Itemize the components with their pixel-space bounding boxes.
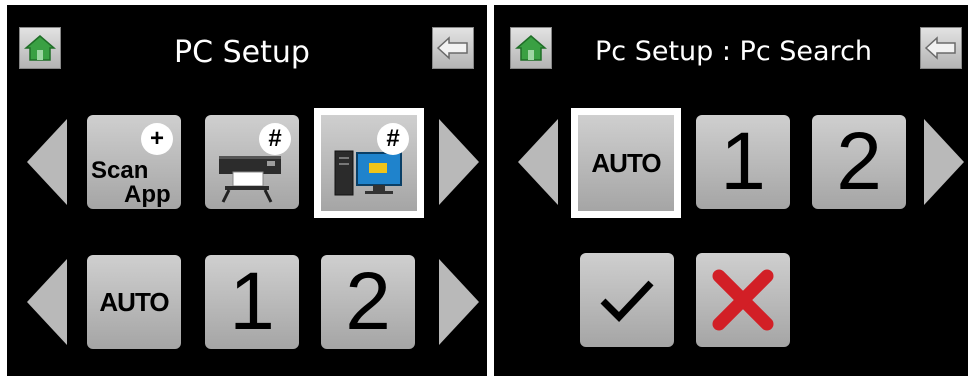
pc-setup-screen: PC Setup + Scan App # # AUTO 1 2 <box>7 5 487 376</box>
scan-app-label-line2: App <box>124 181 171 208</box>
pc-2-label: 2 <box>836 116 882 207</box>
arrow-right-icon[interactable] <box>437 257 481 347</box>
auto-label: AUTO <box>591 147 661 178</box>
arrow-right-icon[interactable] <box>922 117 966 207</box>
arrow-left-icon[interactable] <box>25 257 69 347</box>
cancel-x-icon <box>712 269 774 331</box>
printer-badge: # <box>259 123 291 155</box>
back-icon <box>924 36 956 60</box>
pc-2-tile[interactable]: 2 <box>321 255 415 349</box>
back-icon <box>436 36 468 60</box>
auto-tile[interactable]: AUTO <box>87 255 181 349</box>
pc-badge: # <box>377 123 409 155</box>
back-button[interactable] <box>920 27 962 69</box>
pc-1-tile[interactable]: 1 <box>205 255 299 349</box>
back-button[interactable] <box>432 27 474 69</box>
arrow-left-icon[interactable] <box>25 117 69 207</box>
home-icon <box>515 35 547 61</box>
pc-search-screen: Pc Setup : Pc Search AUTO 1 2 <box>494 5 968 376</box>
pc-2-label: 2 <box>345 256 391 347</box>
check-icon <box>600 280 654 323</box>
pc-2-tile[interactable]: 2 <box>812 115 906 209</box>
pc-1-tile[interactable]: 1 <box>696 115 790 209</box>
pc-tile[interactable]: # <box>314 108 424 218</box>
pc-1-label: 1 <box>720 116 766 207</box>
printer-tile[interactable]: # <box>205 115 299 209</box>
pc-1-label: 1 <box>229 256 275 347</box>
auto-label: AUTO <box>99 286 169 317</box>
scan-app-badge: + <box>141 123 173 155</box>
arrow-right-icon[interactable] <box>437 117 481 207</box>
confirm-button[interactable] <box>580 253 674 347</box>
page-title: Pc Setup : Pc Search <box>595 36 873 67</box>
cancel-button[interactable] <box>696 253 790 347</box>
page-title: PC Setup <box>174 35 310 70</box>
arrow-left-icon[interactable] <box>516 117 560 207</box>
home-button[interactable] <box>19 27 61 69</box>
home-button[interactable] <box>510 27 552 69</box>
home-icon <box>24 35 56 61</box>
auto-tile[interactable]: AUTO <box>571 108 681 218</box>
scan-app-tile[interactable]: + Scan App <box>87 115 181 209</box>
